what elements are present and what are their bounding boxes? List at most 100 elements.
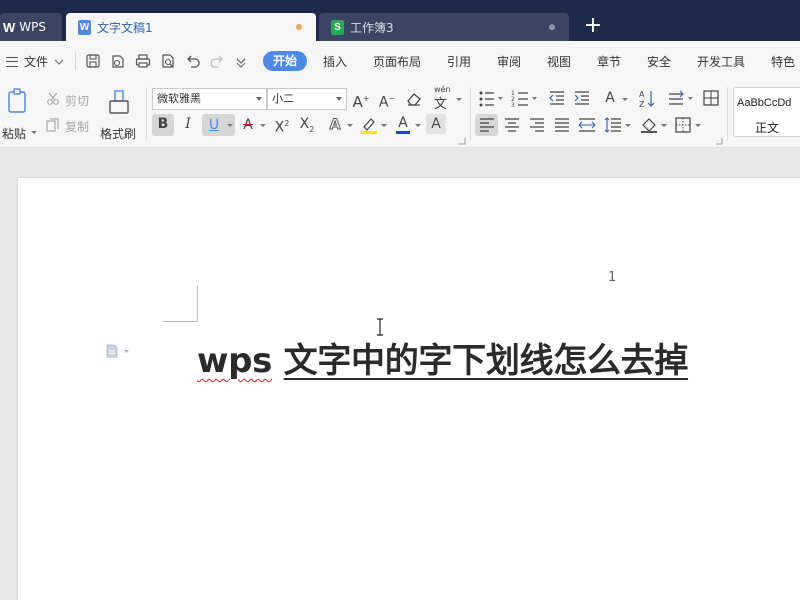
text-effect-icon: A — [329, 117, 341, 134]
tab-workbook-3[interactable]: S 工作簿3 — [319, 13, 569, 41]
distributed-align-icon[interactable] — [578, 116, 596, 134]
style-normal-tile[interactable]: AaBbCcDd 正文 — [733, 87, 800, 137]
svg-text:Z: Z — [639, 100, 645, 109]
tab-security[interactable]: 安全 — [647, 53, 671, 70]
paragraph-shading-button[interactable] — [640, 114, 668, 136]
bold-button[interactable]: B — [152, 114, 174, 136]
heading-chinese-text: 文字中的字下划线怎么去掉 — [283, 341, 689, 381]
underline-button[interactable]: U — [202, 114, 235, 136]
tab-chapter[interactable]: 章节 — [597, 53, 621, 70]
unsaved-dot-icon[interactable] — [296, 24, 302, 30]
align-left-icon — [480, 118, 494, 132]
text-direction-icon[interactable] — [666, 89, 696, 109]
bullet-list-icon[interactable] — [478, 89, 504, 109]
font-color-button[interactable]: A — [393, 114, 423, 136]
tab-home[interactable]: 开始 — [263, 51, 307, 71]
text-effect-button[interactable]: A — [325, 114, 355, 136]
font-color-swatch — [396, 131, 410, 134]
tab-page-layout[interactable]: 页面布局 — [373, 53, 421, 70]
save-icon[interactable] — [84, 52, 102, 70]
clear-formatting-icon[interactable] — [405, 91, 423, 107]
tab-document-1[interactable]: W 文字文稿1 — [66, 13, 316, 41]
chevron-down-icon — [456, 98, 462, 101]
line-spacing-icon — [604, 117, 621, 133]
format-painter-button[interactable]: 格式刷 — [98, 87, 140, 143]
align-left-button[interactable] — [475, 114, 498, 136]
tab-workbook-3-label: 工作簿3 — [350, 20, 394, 35]
tab-view[interactable]: 视图 — [547, 53, 571, 70]
chevron-down-icon — [347, 124, 353, 127]
borders-button[interactable] — [674, 114, 702, 136]
increase-indent-icon[interactable] — [573, 89, 591, 107]
ribbon-divider — [470, 87, 471, 141]
font-family-select[interactable]: 微软雅黑 — [152, 88, 267, 110]
customize-toolbar-icon[interactable] — [232, 52, 250, 70]
paintbrush-icon — [109, 90, 129, 114]
align-right-icon[interactable] — [529, 117, 545, 133]
writer-doc-icon: W — [78, 19, 91, 35]
change-case-button[interactable]: A — [600, 88, 630, 110]
borders-shading-icon[interactable] — [702, 89, 720, 107]
chevron-down-icon — [260, 124, 266, 127]
underline-icon: U — [208, 117, 220, 133]
style-name: 正文 — [755, 121, 780, 135]
justify-icon[interactable] — [554, 117, 570, 133]
tab-references[interactable]: 引用 — [447, 53, 471, 70]
paragraph-layout-button[interactable] — [105, 344, 131, 361]
italic-button[interactable]: I — [178, 114, 198, 134]
format-painter-label: 格式刷 — [100, 127, 137, 141]
heading-latin-text: wps — [197, 341, 273, 381]
phonetic-guide-button[interactable]: wén 文 — [432, 85, 462, 112]
new-tab-button[interactable]: + — [582, 14, 604, 40]
text-cursor-icon — [377, 318, 383, 336]
chevron-down-icon — [661, 124, 667, 127]
align-center-icon[interactable] — [504, 117, 520, 133]
character-shading-icon[interactable]: A — [426, 114, 446, 134]
strikethrough-button[interactable]: A — [238, 114, 268, 136]
paste-button[interactable]: 粘贴 — [2, 87, 38, 143]
copy-label: 复制 — [65, 120, 90, 134]
document-page[interactable]: 1 wps 文字中的字下划线怎么去掉 — [18, 178, 800, 600]
file-menu-label: 文件 — [24, 55, 49, 69]
undo-icon[interactable] — [184, 52, 202, 70]
numbered-list-icon[interactable]: 123 — [511, 89, 539, 109]
tab-insert[interactable]: 插入 — [323, 53, 347, 70]
subscript-icon[interactable]: X2 — [297, 114, 317, 140]
document-canvas[interactable]: 1 wps 文字中的字下划线怎么去掉 — [0, 148, 800, 600]
spreadsheet-icon: S — [331, 19, 344, 35]
print-preview-icon[interactable] — [159, 52, 177, 70]
wps-home-tab[interactable]: W WPS — [0, 13, 62, 41]
style-sample-text: AaBbCcDd — [737, 97, 792, 109]
redo-icon — [210, 55, 223, 68]
print-icon[interactable] — [134, 52, 152, 70]
paint-bucket-icon — [641, 118, 657, 133]
superscript-icon[interactable]: X2 — [272, 114, 292, 138]
tab-features[interactable]: 特色 — [771, 53, 795, 70]
paste-dropdown-icon[interactable] — [31, 131, 37, 134]
scissors-icon — [47, 92, 59, 105]
margin-corner-mark — [163, 321, 198, 322]
grow-font-icon[interactable]: A+ — [351, 89, 371, 112]
sort-icon[interactable]: AZ — [638, 88, 656, 110]
tab-developer[interactable]: 开发工具 — [697, 53, 745, 70]
document-heading[interactable]: wps 文字中的字下划线怎么去掉 — [197, 333, 688, 382]
chevron-down-icon — [256, 97, 262, 101]
chevron-down-icon — [381, 124, 387, 127]
chevron-down-icon[interactable] — [227, 124, 233, 127]
close-tab-dot-icon[interactable] — [549, 24, 555, 30]
line-spacing-button[interactable] — [604, 114, 632, 136]
font-dialog-launcher-icon[interactable] — [458, 137, 466, 145]
decrease-indent-icon[interactable] — [548, 89, 566, 107]
tab-review[interactable]: 审阅 — [497, 53, 521, 70]
paste-label: 粘贴 — [2, 127, 27, 141]
paragraph-dialog-launcher-icon[interactable] — [715, 137, 723, 145]
output-pdf-icon[interactable] — [109, 52, 127, 70]
hamburger-icon — [6, 56, 18, 67]
highlight-color-button[interactable] — [359, 114, 389, 136]
chevron-down-icon — [625, 124, 631, 127]
font-size-select[interactable]: 小二 — [267, 88, 347, 110]
document-page-icon — [106, 344, 129, 358]
file-menu-button[interactable]: 文件 — [6, 53, 64, 70]
shrink-font-icon[interactable]: A− — [377, 89, 397, 113]
svg-text:3: 3 — [511, 102, 515, 109]
